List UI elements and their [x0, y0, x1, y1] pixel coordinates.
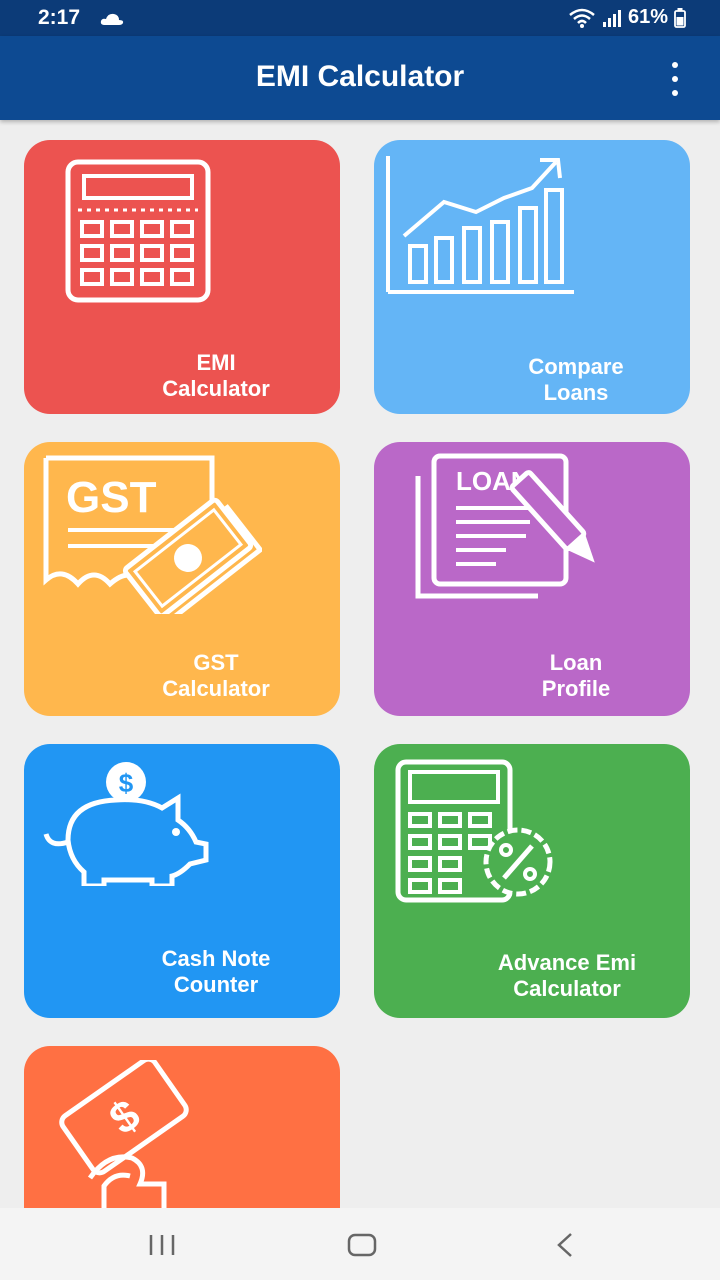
recents-icon[interactable] [148, 1234, 176, 1256]
system-nav-bar [0, 1208, 720, 1280]
tile-loan-profile[interactable]: LOAN Loan Profile [374, 442, 690, 716]
loan-document-icon: LOAN [415, 453, 595, 599]
overflow-menu-button[interactable] [660, 62, 690, 96]
battery-percent: 61% [627, 6, 668, 28]
wifi-icon [569, 8, 595, 28]
svg-text:$: $ [119, 768, 134, 798]
dot-icon [672, 76, 678, 82]
app-bar: EMI Calculator [0, 36, 720, 120]
dot-icon [672, 62, 678, 68]
signal-icon [602, 9, 621, 27]
tile-label: GST Calculator [162, 650, 270, 701]
piggy-bank-icon: $ [43, 762, 209, 886]
tile-emi-calculator[interactable]: EMI Calculator [24, 140, 340, 414]
home-icon[interactable] [347, 1233, 377, 1257]
tile-gst-calculator[interactable]: GST GST Calculator [24, 442, 340, 716]
dot-icon [672, 90, 678, 96]
tile-label: Cash Note Counter [161, 946, 271, 997]
svg-text:$: $ [101, 1090, 149, 1144]
money-hand-icon: $ [59, 1060, 189, 1208]
gst-icon-text: GST [66, 473, 157, 522]
tile-label: Loan Profile [541, 650, 611, 701]
tile-label: EMI Calculator [162, 350, 270, 401]
tile-compare-loans[interactable]: Compare Loans [374, 140, 690, 414]
percent-calculator-icon [395, 759, 553, 903]
status-time: 2:17 [38, 6, 81, 29]
calculator-icon [65, 159, 211, 303]
tile-advance-emi-calculator[interactable]: Advance Emi Calculator [374, 744, 690, 1018]
page-title: EMI Calculator [255, 60, 465, 93]
cloud-icon [100, 13, 124, 25]
status-icons: 61% [568, 6, 686, 29]
gst-receipt-icon: GST [43, 455, 262, 614]
tile-money-transfer[interactable]: $ [24, 1046, 340, 1208]
tile-grid: EMI Calculator Compare Loans GST GST Cal… [0, 120, 720, 1208]
bar-chart-icon [386, 156, 574, 294]
status-bar: 2:17 61% [0, 0, 720, 36]
tile-label: Advance Emi Calculator [497, 950, 637, 1001]
back-icon[interactable] [555, 1232, 575, 1258]
battery-icon [674, 7, 686, 28]
tile-cash-note-counter[interactable]: $ Cash Note Counter [24, 744, 340, 1018]
tile-label: Compare Loans [528, 354, 624, 405]
